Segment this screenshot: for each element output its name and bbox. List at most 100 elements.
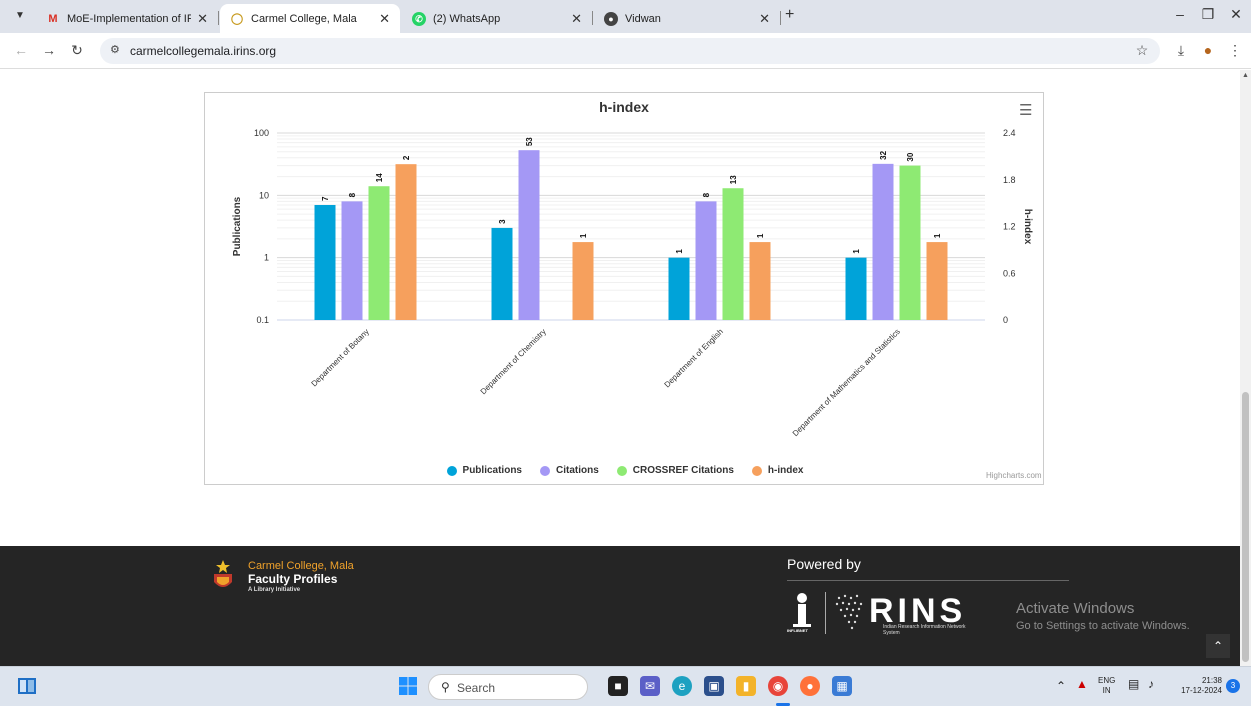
back-to-top-button[interactable]: ⌃ <box>1206 634 1230 658</box>
y2-axis-tick-label: 2.4 <box>1003 128 1016 138</box>
tab-label: (2) WhatsApp <box>433 12 501 25</box>
legend-marker <box>539 465 550 476</box>
window-close-icon[interactable]: ✕ <box>1226 6 1246 23</box>
browser-menu-icon[interactable]: ⋮ <box>1226 42 1244 59</box>
legend-item[interactable]: Citations <box>539 465 599 476</box>
chart-legend: Publications Citations CROSSREF Citations h… <box>205 465 1045 476</box>
scroll-up-icon[interactable]: ▲ <box>1242 72 1249 79</box>
restore-icon[interactable]: ❐ <box>1198 6 1218 23</box>
legend-marker <box>751 465 762 476</box>
x-axis-category-label: Department of Chemistry <box>479 327 548 396</box>
tray-overflow-icon[interactable]: ⌃ <box>1056 680 1066 692</box>
tab-close-icon[interactable]: ✕ <box>197 11 208 27</box>
tab-whatsapp[interactable]: ✆ (2) WhatsApp ✕ <box>402 4 592 33</box>
speaker-icon[interactable]: ♪ <box>1148 678 1154 690</box>
x-axis-category-label: Department of Mathematics and Statistics <box>791 327 902 438</box>
tab-close-icon[interactable]: ✕ <box>571 11 582 27</box>
tab-close-icon[interactable]: ✕ <box>759 11 770 27</box>
new-tab-icon[interactable]: + <box>785 6 794 24</box>
y2-axis-tick-label: 1.8 <box>1003 175 1016 185</box>
microsoft-store-icon[interactable]: ▣ <box>704 676 724 696</box>
file-explorer-icon[interactable]: ▮ <box>736 676 756 696</box>
minimize-icon[interactable]: – <box>1170 6 1190 22</box>
back-icon[interactable]: ← <box>12 42 30 58</box>
chart-bar <box>845 257 867 320</box>
legend-item[interactable]: h-index <box>751 465 803 476</box>
h-index-chart: 100 10 1 0.1 2.4 1.8 1.2 0.6 0 Publications h-inde… <box>204 92 1044 485</box>
scrollbar-thumb[interactable] <box>1242 392 1249 662</box>
language-indicator[interactable]: ENG IN <box>1098 676 1115 696</box>
legend-item[interactable]: Publications <box>446 465 522 476</box>
x-axis-category-label: Department of Botany <box>310 327 371 388</box>
search-placeholder: Search <box>457 681 496 695</box>
address-bar[interactable]: ⚙ carmelcollegemala.irins.org <box>100 38 1160 64</box>
windows-taskbar: ⚲ Search ■ ✉ e ▣ ▮ ◉ ● ▦ ⌃ ▲ ENG IN ▤ ♪ … <box>0 666 1251 706</box>
college-emblem-icon <box>214 560 232 587</box>
chart-canvas: 100 10 1 0.1 2.4 1.8 1.2 0.6 0 Publications h-inde… <box>232 128 1033 438</box>
irins-logo[interactable]: INFLIBNET RINS Indian Research Informati… <box>787 592 967 636</box>
chart-data-label: 14 <box>375 173 384 182</box>
edge-icon[interactable]: e <box>672 676 692 696</box>
chrome-icon[interactable]: ◉ <box>768 676 788 696</box>
tab-close-icon[interactable]: ✕ <box>379 11 390 27</box>
whatsapp-icon: ✆ <box>412 11 426 26</box>
legend-item[interactable]: CROSSREF Citations <box>616 465 734 476</box>
chart-bar <box>368 186 390 320</box>
college-name[interactable]: Carmel College, Mala <box>248 560 354 572</box>
site-footer: Carmel College, Mala Faculty Profiles A … <box>0 546 1240 666</box>
chart-data-label: 30 <box>906 152 915 161</box>
tab-search-chevron-icon[interactable]: ▼ <box>12 8 28 24</box>
footer-divider <box>787 580 1069 581</box>
teams-chat-icon[interactable]: ✉ <box>640 676 660 696</box>
y2-axis-tick-label: 0 <box>1003 315 1008 325</box>
forward-icon[interactable]: → <box>40 42 58 58</box>
logo-divider <box>825 592 826 634</box>
gmail-icon: M <box>48 12 58 25</box>
chart-bar <box>899 165 921 320</box>
url-text: carmelcollegemala.irins.org <box>130 44 277 58</box>
download-icon[interactable]: ⤓ <box>1172 42 1190 59</box>
clock-date: 17-12-2024 <box>1181 686 1222 695</box>
taskbar-search-input[interactable]: ⚲ Search <box>428 674 588 700</box>
control-panel-icon[interactable]: ▦ <box>832 676 852 696</box>
network-icon[interactable]: ▲ <box>1076 678 1088 690</box>
chart-data-label: 8 <box>702 192 711 197</box>
chart-data-label: 3 <box>498 219 507 224</box>
tab-divider <box>780 11 781 25</box>
start-menu-icon[interactable] <box>398 676 418 696</box>
chart-title: h-index <box>599 99 649 115</box>
site-info-icon[interactable]: ⚙ <box>110 43 120 56</box>
tagline: A Library Initiative <box>248 587 301 593</box>
clock[interactable]: 21:38 17-12-2024 <box>1170 676 1222 696</box>
chart-data-label: 32 <box>879 150 888 159</box>
y-axis-tick-label: 1 <box>264 253 269 263</box>
page-scrollbar[interactable]: ▲ <box>1240 70 1251 666</box>
activate-windows-subtitle: Go to Settings to activate Windows. <box>1016 620 1190 632</box>
globe-icon: ● <box>604 11 618 26</box>
x-axis-category-label: Department of English <box>663 327 725 389</box>
chart-data-label: 13 <box>729 175 738 184</box>
tab-moe-irins[interactable]: M MoE-Implementation of IRINS ✕ <box>36 4 218 33</box>
clock-time: 21:38 <box>1201 676 1222 685</box>
profile-avatar-icon[interactable]: ● <box>1199 42 1217 58</box>
search-icon: ⚲ <box>441 680 450 694</box>
y2-axis-title: h-index <box>1022 209 1033 245</box>
notification-badge[interactable]: 3 <box>1226 679 1240 693</box>
display-icon[interactable]: ▤ <box>1128 678 1139 690</box>
irins-dots-icon <box>835 594 863 630</box>
reload-icon[interactable]: ↻ <box>68 42 86 59</box>
y-axis-tick-label: 100 <box>254 128 269 138</box>
browser-tab-bar: ▼ M MoE-Implementation of IRINS ✕ ◯ Carm… <box>0 0 1251 33</box>
inflibnet-label: INFLIBNET <box>787 628 808 633</box>
task-view-icon[interactable]: ■ <box>608 676 628 696</box>
chart-data-label: 1 <box>579 233 588 238</box>
tab-carmel-college[interactable]: ◯ Carmel College, Mala ✕ <box>220 4 400 33</box>
tab-label: Carmel College, Mala <box>251 12 357 25</box>
firefox-icon[interactable]: ● <box>800 676 820 696</box>
chart-menu-icon[interactable]: ☰ <box>1019 101 1032 119</box>
tab-vidwan[interactable]: ● Vidwan ✕ <box>594 4 780 33</box>
highcharts-credits-link[interactable]: Highcharts.com <box>986 471 1042 480</box>
bookmark-star-icon[interactable]: ☆ <box>1133 42 1151 59</box>
y-axis-tick-label: 0.1 <box>256 315 269 325</box>
widgets-icon[interactable] <box>17 676 37 696</box>
